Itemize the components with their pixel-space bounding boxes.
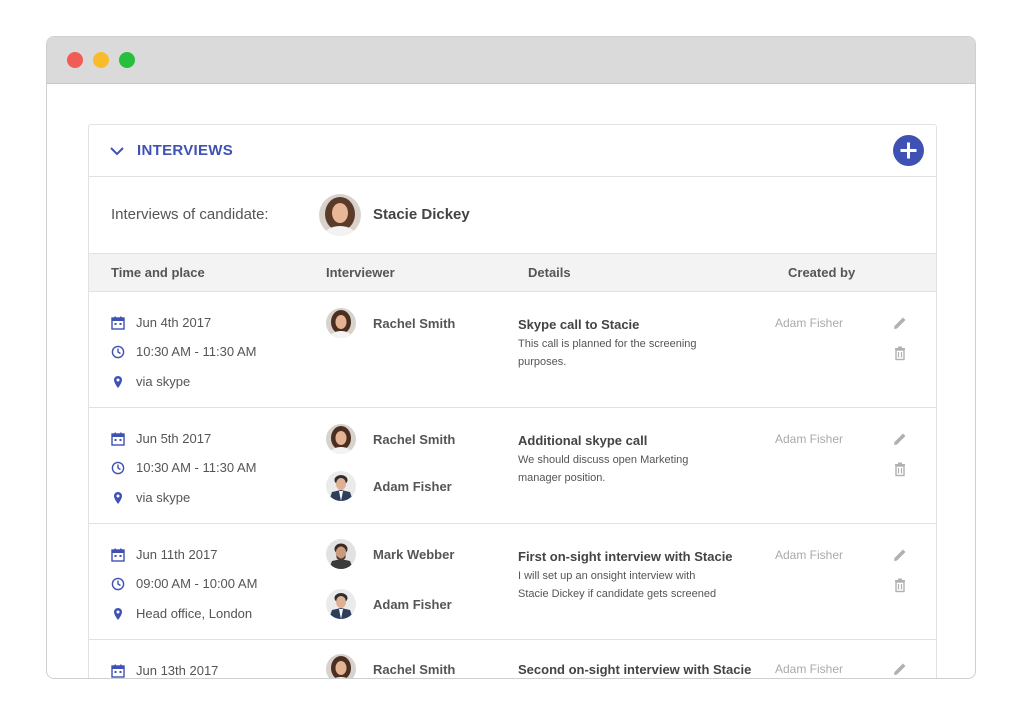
created-by: Adam Fisher: [775, 316, 844, 330]
header-interviewer: Interviewer: [326, 265, 395, 280]
pencil-icon[interactable]: [892, 547, 908, 563]
created-by: Adam Fisher: [775, 548, 844, 562]
interview-place: via skype: [111, 490, 190, 505]
detail-title[interactable]: First on-sight interview with Stacie: [518, 549, 733, 564]
date-text: Jun 5th 2017: [136, 431, 212, 446]
place-text: via skype: [136, 374, 191, 389]
interviewer-name: Mark Webber: [373, 546, 455, 562]
interviewer[interactable]: Mark Webber: [326, 539, 454, 569]
time-text: 10:30 AM - 11:30 AM: [136, 344, 257, 359]
interview-place: via skype: [111, 374, 190, 389]
interview-date: Jun 13th 2017: [111, 663, 218, 678]
trash-icon[interactable]: [892, 461, 908, 477]
map-pin-icon: [114, 607, 122, 620]
place-text: via skype: [136, 490, 191, 505]
interviewer[interactable]: Adam Fisher: [326, 471, 452, 501]
clock-icon: [111, 461, 125, 474]
calendar-icon: [111, 548, 125, 562]
add-interview-button[interactable]: [893, 135, 924, 166]
pencil-icon[interactable]: [892, 315, 908, 331]
trash-icon[interactable]: [892, 577, 908, 593]
interviewer-name: Rachel Smith: [373, 315, 456, 331]
time-text: 09:00 AM - 10:00 AM: [136, 576, 258, 591]
table-header: Time and place Interviewer Details Creat…: [89, 254, 936, 292]
app-window: INTERVIEWS Interviews of candidate: Stac…: [46, 36, 976, 679]
pencil-icon[interactable]: [892, 661, 908, 677]
avatar: [319, 194, 361, 236]
trash-icon[interactable]: [892, 345, 908, 361]
map-pin-icon: [114, 491, 122, 504]
detail-title[interactable]: Skype call to Stacie: [518, 317, 639, 332]
interview-time: 10:30 AM - 11:30 AM: [111, 344, 256, 359]
header-created-by: Created by: [788, 265, 856, 280]
detail-description: We should discuss open Marketing manager…: [518, 454, 689, 484]
interviews-panel: INTERVIEWS Interviews of candidate: Stac…: [88, 124, 937, 678]
date-text: Jun 11th 2017: [136, 547, 218, 562]
interview-date: Jun 4th 2017: [111, 315, 211, 330]
candidate-label: Interviews of candidate:: [111, 206, 269, 223]
clock-icon: [111, 577, 125, 590]
chevron-down-icon[interactable]: [109, 145, 125, 157]
header-time-and-place: Time and place: [111, 265, 205, 280]
avatar: [326, 589, 356, 619]
interview-time: 09:00 AM - 10:00 AM: [111, 576, 257, 591]
table-row: Jun 13th 2017 Rachel Smith Second on-sig…: [89, 640, 936, 678]
window-titlebar: [47, 37, 975, 84]
table-row: Jun 5th 2017 10:30 AM - 11:30 AM via sky…: [89, 408, 936, 524]
interviewer[interactable]: Rachel Smith: [326, 424, 455, 454]
interviewer[interactable]: Rachel Smith: [326, 654, 456, 678]
date-text: Jun 13th 2017: [136, 663, 219, 678]
panel-header: INTERVIEWS: [89, 125, 936, 177]
interview-date: Jun 11th 2017: [111, 547, 217, 562]
date-text: Jun 4th 2017: [136, 315, 212, 330]
clock-icon: [111, 345, 125, 358]
minimize-window-button[interactable]: [93, 52, 109, 68]
candidate-row: Interviews of candidate: Stacie Dickey: [89, 177, 936, 254]
time-text: 10:30 AM - 11:30 AM: [136, 460, 257, 475]
interview-time: 10:30 AM - 11:30 AM: [111, 460, 256, 475]
pencil-icon[interactable]: [892, 431, 908, 447]
candidate-name[interactable]: Stacie Dickey: [373, 206, 470, 223]
table-row: Jun 11th 2017 09:00 AM - 10:00 AM Head o…: [89, 524, 936, 640]
calendar-icon: [111, 316, 125, 330]
interviewer-name: Rachel Smith: [373, 661, 456, 677]
maximize-window-button[interactable]: [119, 52, 135, 68]
detail-description: This call is planned for the screening p…: [518, 338, 697, 368]
plus-icon: [900, 142, 917, 159]
interview-date: Jun 5th 2017: [111, 431, 211, 446]
map-pin-icon: [114, 375, 122, 388]
avatar: [326, 471, 356, 501]
detail-title[interactable]: Second on-sight interview with Stacie: [518, 662, 751, 677]
interviewer-name: Adam Fisher: [373, 478, 452, 494]
place-text: Head office, London: [136, 606, 253, 621]
created-by: Adam Fisher: [775, 662, 844, 676]
calendar-icon: [111, 432, 125, 446]
close-window-button[interactable]: [67, 52, 83, 68]
created-by: Adam Fisher: [775, 432, 844, 446]
avatar: [326, 424, 356, 454]
interview-place: Head office, London: [111, 606, 252, 621]
interviewer[interactable]: Adam Fisher: [326, 589, 452, 619]
interviewer[interactable]: Rachel Smith: [326, 308, 455, 338]
detail-description: I will set up an onsight interview with …: [518, 570, 717, 600]
avatar: [326, 654, 356, 678]
table-row: Jun 4th 2017 10:30 AM - 11:30 AM via sky…: [89, 292, 936, 408]
header-details: Details: [528, 265, 571, 280]
avatar: [326, 539, 356, 569]
calendar-icon: [111, 664, 125, 678]
interviewer-name: Rachel Smith: [373, 431, 456, 447]
detail-title[interactable]: Additional skype call: [518, 433, 647, 448]
interviewer-name: Adam Fisher: [373, 596, 452, 612]
panel-title[interactable]: INTERVIEWS: [137, 142, 233, 159]
avatar: [326, 308, 356, 338]
